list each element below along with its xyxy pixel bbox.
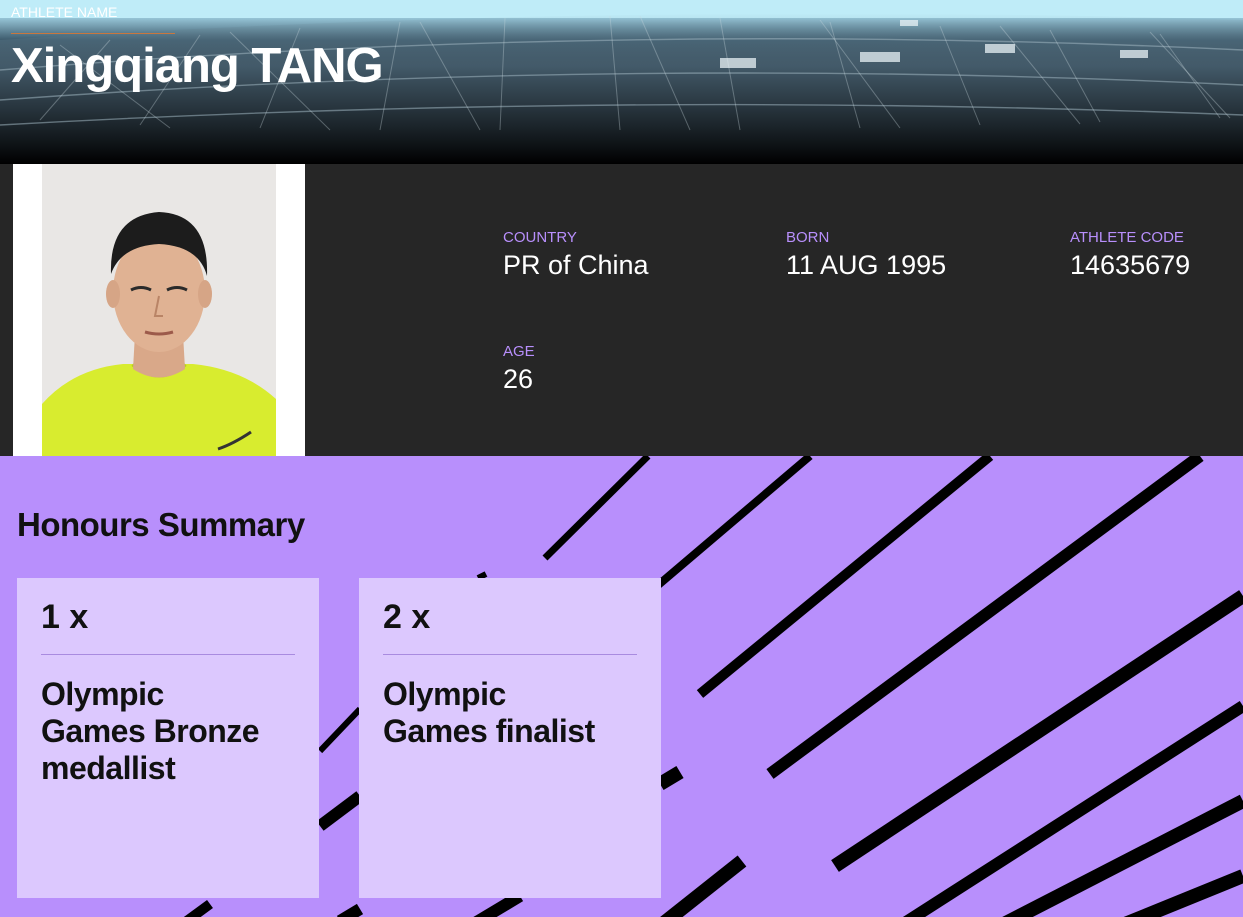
athlete-photo <box>13 164 305 456</box>
athlete-name-label: ATHLETE NAME <box>11 4 118 20</box>
honours-title: Honours Summary <box>17 506 305 543</box>
born-field: BORN 11 AUG 1995 <box>786 229 946 282</box>
honour-card: 2 x Olympic Games finalist <box>359 578 661 898</box>
born-label: BORN <box>786 229 830 246</box>
athlete-code-label: ATHLETE CODE <box>1070 229 1184 246</box>
country-label: COUNTRY <box>503 229 577 246</box>
country-value: PR of China <box>503 250 649 280</box>
honour-card: 1 x Olympic Games Bronze medallist <box>17 578 319 898</box>
honour-count: 2 x <box>383 598 431 636</box>
card-divider <box>41 654 295 655</box>
athlete-portrait-image <box>13 164 305 456</box>
honour-description: Olympic Games Bronze medallist <box>41 676 260 786</box>
label-underline <box>11 33 175 34</box>
age-field: AGE 26 <box>503 343 535 396</box>
country-field: COUNTRY PR of China <box>503 229 649 282</box>
honour-description: Olympic Games finalist <box>383 676 595 749</box>
athlete-code-value: 14635679 <box>1070 250 1191 280</box>
athlete-name: Xingqiang TANG <box>11 39 384 93</box>
stadium-banner: ATHLETE NAME Xingqiang TANG <box>0 0 1243 164</box>
card-divider <box>383 654 637 655</box>
born-value: 11 AUG 1995 <box>786 250 947 280</box>
athlete-code-field: ATHLETE CODE 14635679 <box>1070 229 1190 282</box>
honour-count: 1 x <box>41 598 89 636</box>
athlete-info-panel: COUNTRY PR of China BORN 11 AUG 1995 ATH… <box>0 164 1243 456</box>
honours-section: Honours Summary 1 x Olympic Games Bronze… <box>0 456 1243 917</box>
age-value: 26 <box>503 364 534 394</box>
athlete-profile-page: ATHLETE NAME Xingqiang TANG COUNTRY PR o… <box>0 0 1243 917</box>
age-label: AGE <box>503 343 535 360</box>
